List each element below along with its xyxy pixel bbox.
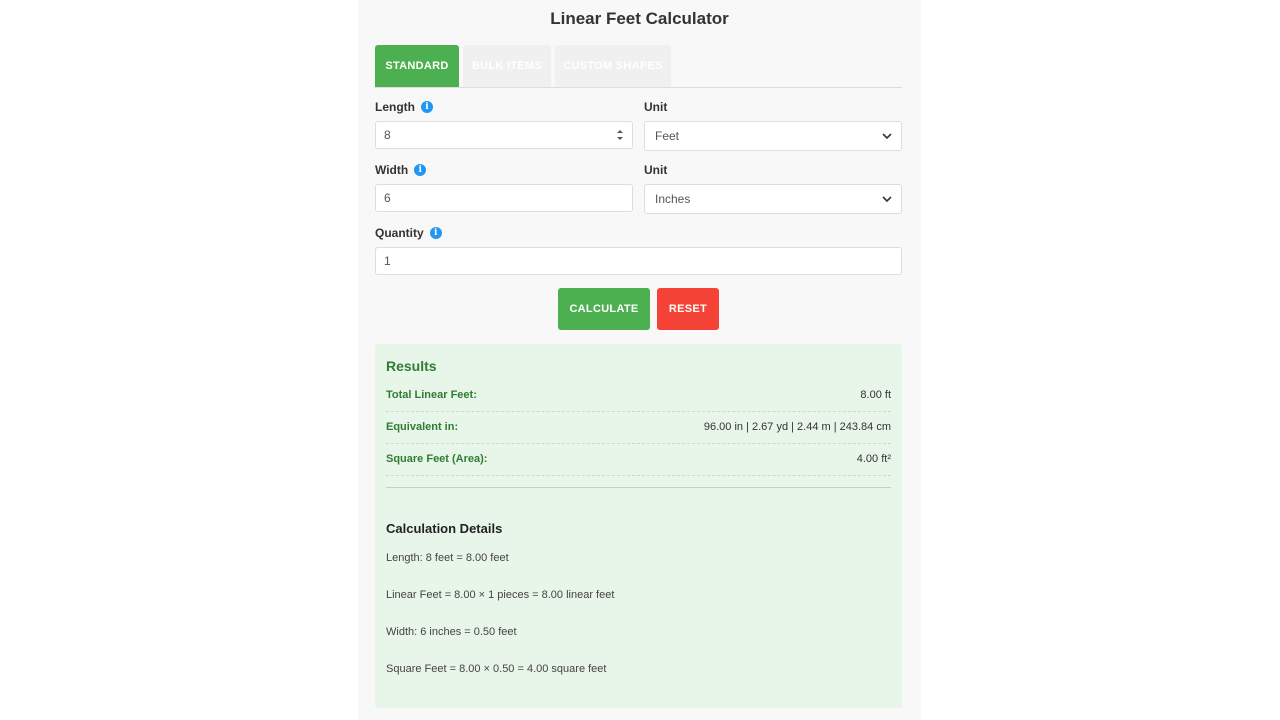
results-heading: Results — [386, 358, 437, 374]
results-divider — [386, 487, 891, 488]
width-unit-select[interactable]: Inches — [644, 184, 902, 214]
length-input[interactable]: 8 — [375, 121, 633, 149]
info-icon[interactable]: i — [421, 100, 433, 113]
quantity-input[interactable]: 1 — [375, 247, 902, 275]
chevron-down-icon — [882, 196, 892, 203]
calculator-panel: Linear Feet Calculator STANDARD BULK ITE… — [358, 0, 921, 720]
chevron-down-icon — [882, 133, 892, 140]
page-title: Linear Feet Calculator — [550, 9, 729, 28]
tab-bulk-items[interactable]: BULK ITEMS — [463, 45, 551, 87]
result-value: 4.00 ft² — [856, 453, 891, 465]
calculate-button[interactable]: CALCULATE — [558, 288, 650, 330]
result-label: Square Feet (Area): — [386, 453, 488, 465]
reset-button[interactable]: RESET — [657, 288, 719, 330]
result-row-square-feet: Square Feet (Area): 4.00 ft² — [386, 444, 891, 476]
result-label: Equivalent in: — [386, 421, 459, 433]
tab-standard[interactable]: STANDARD — [375, 45, 459, 87]
spinner-arrows-icon[interactable] — [616, 128, 624, 142]
detail-line-width: Width: 6 inches = 0.50 feet — [386, 626, 517, 638]
length-unit-label: Unit — [644, 100, 668, 114]
quantity-label: Quantity i — [375, 226, 442, 240]
detail-line-linear-feet: Linear Feet = 8.00 × 1 pieces = 8.00 lin… — [386, 589, 615, 601]
detail-line-square-feet: Square Feet = 8.00 × 0.50 = 4.00 square … — [386, 663, 607, 675]
tab-custom-shapes[interactable]: CUSTOM SHAPES — [555, 45, 671, 87]
detail-line-length: Length: 8 feet = 8.00 feet — [386, 552, 509, 564]
calculation-details-heading: Calculation Details — [386, 521, 503, 536]
result-value: 96.00 in | 2.67 yd | 2.44 m | 243.84 cm — [703, 421, 891, 433]
length-unit-select[interactable]: Feet — [644, 121, 902, 151]
result-row-total-linear-feet: Total Linear Feet: 8.00 ft — [386, 380, 891, 412]
length-label: Length i — [375, 100, 433, 114]
info-icon[interactable]: i — [414, 163, 427, 176]
result-value: 8.00 ft — [860, 389, 891, 401]
result-row-equivalent: Equivalent in: 96.00 in | 2.67 yd | 2.44… — [386, 412, 891, 444]
width-unit-label: Unit — [644, 163, 668, 177]
info-icon[interactable]: i — [429, 226, 442, 239]
tab-bar: STANDARD BULK ITEMS CUSTOM SHAPES — [375, 45, 902, 88]
width-input[interactable]: 6 — [375, 184, 633, 212]
results-panel: Results Total Linear Feet: 8.00 ft Equiv… — [375, 344, 902, 708]
result-label: Total Linear Feet: — [386, 389, 477, 401]
width-label: Width i — [375, 163, 427, 177]
